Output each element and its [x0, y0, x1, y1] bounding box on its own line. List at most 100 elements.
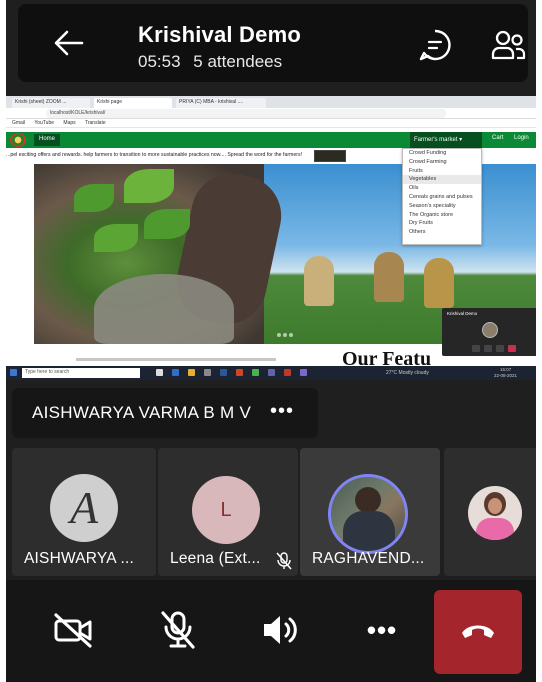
taskview-icon[interactable] [156, 369, 163, 376]
browser-tab-active[interactable]: Krishi page [94, 98, 172, 108]
menu-item[interactable]: Dry Fruits [403, 219, 481, 228]
shoulders [343, 511, 395, 551]
leaf [124, 169, 174, 203]
avatar-initial: A [69, 482, 99, 533]
menu-item[interactable]: Others [403, 228, 481, 237]
site-home-link[interactable]: Home [34, 134, 61, 146]
mini-hangup-icon[interactable] [508, 345, 516, 352]
bookmark[interactable]: Maps [63, 120, 75, 126]
avatar-photo [468, 486, 522, 540]
face-skin [488, 498, 502, 514]
presenter-more-button[interactable]: ••• [270, 400, 294, 423]
site-logo [10, 133, 26, 147]
meeting-title: Krishival Demo [138, 22, 301, 47]
url-field[interactable]: localhost/KOLE/krishival/ [46, 109, 446, 118]
shoulders [476, 518, 514, 540]
avatar-initial: L [220, 499, 232, 521]
powerpoint-icon[interactable] [236, 369, 243, 376]
menu-item[interactable]: Fruits [403, 167, 481, 176]
taskbar-weather[interactable]: 27°C Mostly cloudy [386, 370, 429, 376]
edge-icon[interactable] [172, 369, 179, 376]
windows-taskbar: Type here to search 27°C Mostly cloudy 1… [6, 366, 536, 380]
meeting-info: 05:53 5 attendees [138, 52, 290, 72]
marquee-image [314, 150, 346, 162]
chat-icon[interactable] [418, 28, 452, 62]
menu-item[interactable]: Crowd Farming [403, 158, 481, 167]
carousel-dots[interactable] [276, 324, 294, 342]
mini-mic-icon[interactable] [484, 345, 492, 352]
avatar-photo [328, 474, 408, 554]
mini-camera-icon[interactable] [472, 345, 480, 352]
tea-picker [374, 252, 404, 302]
menu-item[interactable]: The Organic store [403, 211, 481, 220]
presenter-label[interactable]: AISHWARYA VARMA B M V ••• [12, 388, 318, 438]
folder-icon[interactable] [188, 369, 195, 376]
participant-tile[interactable]: A AISHWARYA ... [12, 448, 156, 576]
mini-share-icon[interactable] [496, 345, 504, 352]
menu-item[interactable]: Cereals grains and pulses [403, 193, 481, 202]
taskbar-date[interactable]: 22-08-2021 [494, 373, 517, 378]
app-icon[interactable] [284, 369, 291, 376]
meeting-mini-window[interactable]: Krishival Demo [442, 308, 536, 356]
app-icon[interactable] [300, 369, 307, 376]
speaker-icon[interactable] [258, 610, 302, 650]
teams-meeting-window: Krishival Demo 05:53 5 attendees Krishi … [6, 0, 536, 682]
site-login-link[interactable]: Login [514, 135, 529, 141]
teams-icon[interactable] [268, 369, 275, 376]
participant-tile[interactable]: L Leena (Ext... [158, 448, 298, 576]
start-icon[interactable] [10, 369, 17, 376]
attendee-count[interactable]: 5 attendees [193, 52, 282, 71]
bookmark[interactable]: YouTube [34, 120, 54, 126]
leaf [144, 209, 190, 239]
taskbar-search[interactable]: Type here to search [22, 368, 140, 378]
mini-window-title: Krishival Demo [447, 311, 478, 316]
bookmark[interactable]: Gmail [12, 120, 25, 126]
horizontal-scrollbar[interactable] [76, 358, 276, 361]
leaf [74, 184, 114, 212]
site-navbar: Home Farmer's market ▾ Cart Login [6, 132, 536, 148]
tea-picker [424, 258, 454, 308]
call-controls: ••• [6, 580, 536, 682]
tea-picker [304, 256, 334, 306]
participant-tile-speaking[interactable]: RAGHAVEND... [300, 448, 440, 576]
meeting-header: Krishival Demo 05:53 5 attendees [18, 4, 528, 82]
menu-item[interactable]: Crowd Funding [403, 149, 481, 158]
browser-tab-strip: Krishi (sheet) ZOOM ... Krishi page PRIY… [6, 96, 536, 108]
back-arrow-icon[interactable] [52, 26, 86, 60]
avatar: L [192, 476, 260, 544]
bookmarks-bar: Gmail YouTube Maps Translate [6, 119, 536, 128]
muted-mic-icon [276, 552, 292, 570]
shared-screen: Krishi (sheet) ZOOM ... Krishi page PRIY… [6, 96, 536, 380]
menu-item-highlighted[interactable]: Vegetables [403, 175, 481, 185]
farmers-market-menu: Crowd Funding Crowd Farming Fruits Veget… [402, 148, 482, 245]
farmers-market-dropdown[interactable]: Farmer's market ▾ [410, 132, 482, 148]
word-icon[interactable] [220, 369, 227, 376]
hang-up-icon [462, 625, 494, 638]
participant-name: RAGHAVEND... [312, 550, 425, 567]
bookmark[interactable]: Translate [85, 120, 106, 126]
chrome-icon[interactable] [252, 369, 259, 376]
taskbar-time[interactable]: 16:07 [500, 367, 511, 372]
browser-address-bar: localhost/KOLE/krishival/ [6, 108, 536, 119]
participants-icon[interactable] [490, 28, 526, 62]
browser-tab[interactable]: PRIYA (C) MBA - krishival .... [176, 98, 266, 108]
camera-off-icon[interactable] [52, 610, 96, 650]
marquee-text: ...pel exciting offers and rewards. help… [6, 152, 303, 158]
settings-icon[interactable] [204, 369, 211, 376]
site-cart-link[interactable]: Cart [492, 135, 503, 141]
participant-name: AISHWARYA ... [24, 550, 134, 567]
more-options-button[interactable]: ••• [360, 610, 404, 650]
end-call-button[interactable] [434, 590, 522, 674]
mini-avatar [482, 322, 498, 338]
browser-tab[interactable]: Krishi (sheet) ZOOM ... [12, 98, 90, 108]
participant-name: Leena (Ext... [170, 550, 261, 567]
glove [94, 274, 234, 344]
avatar: A [50, 474, 118, 542]
face [355, 487, 381, 513]
meeting-duration: 05:53 [138, 52, 181, 71]
presenter-name: AISHWARYA VARMA B M V [32, 403, 252, 422]
menu-item[interactable]: Oils [403, 184, 481, 193]
menu-item[interactable]: Season's speciality [403, 202, 481, 211]
mic-off-icon[interactable] [156, 610, 200, 650]
participant-tile[interactable] [444, 448, 536, 576]
